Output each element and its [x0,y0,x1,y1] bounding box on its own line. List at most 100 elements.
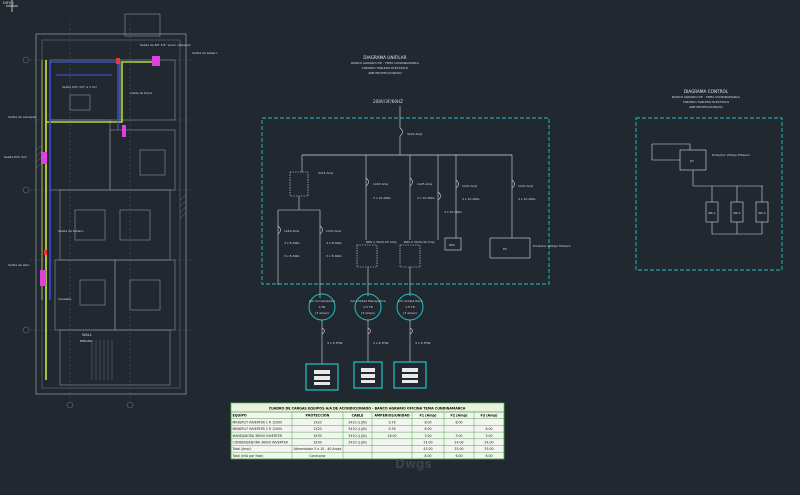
table-cell: Alimentador 3 x 10 - 40 Amps [294,447,342,451]
sld-branch-4: 1x20 Amp 3 x 10 AWG [455,155,480,238]
ctrl-title-1: DIAGRAMA CONTROL [684,89,729,94]
table-cell: 1X20 [313,427,321,431]
sld-relay-1: RRS-1 3X20-25 Amp [366,240,397,244]
table-header-cell: F3 (Amp) [480,414,498,418]
table-header-cell: EQUIPO [233,414,247,418]
sld-equipment-1 [305,363,339,391]
sld-main-breaker: 3x40 Amp [407,132,422,136]
table-header-cell: CABLE [352,414,365,418]
table-cell: 3.00 [424,434,431,438]
plan-note-1: Salida de BIT 3/4" acero cableado [140,43,191,47]
sld-branch-5: 1x20 Amp 3 x 10 AWG [511,155,536,238]
sld-pv: PV [503,247,508,251]
sld-branch-4-breaker: 1x20 Amp [462,184,477,188]
table-cell: 9.76 [388,420,395,424]
table-cell: 35.00 [454,447,463,451]
ctrl-title-3: TABLERO TABLERO ELECTRICO [682,100,730,104]
single-line-diagram: DIAGRAMA UNIFILAR BANCO AGRARIO DE - TEM… [261,55,571,391]
table-header-cell: F1 (Amp) [419,414,437,418]
table-cell: MINISPLIT INVERTER 1 R 12000 [233,420,283,424]
sld-unit-1-label: A/C Condensador [309,299,336,303]
table-cell: Total (kVA por fase) [232,454,264,458]
table-cell: 3X10 (L)(N) [348,427,366,431]
sld-unit-1-load: 3 TR [319,305,326,309]
sld-pv-note: Protector Voltaje Trifasico [533,244,571,248]
sld-equipment-2 [353,361,383,389]
sld-branch-1-cable: 3 x 10 AWG [373,196,391,200]
plan-note-9: Canaleta [58,297,72,301]
load-table: CUADRO DE CARGAS EQUIPOS A/A DE ACONDICI… [230,402,505,460]
sld-unit-2: A/C Unidad Manejadora 1.5 TR (3 Amps) [350,293,386,321]
plan-wall-label: WALL [82,333,92,337]
sld-unit-1: A/C Condensador 3 TR (3 Amps) [308,293,336,321]
sld-branch-4-cable: 3 x 10 AWG [462,197,480,201]
table-title: CUADRO DE CARGAS EQUIPOS A/A DE ACONDICI… [269,407,466,411]
table-cell: 3X10 (L)(N) [348,434,366,438]
sld-sub-left-2-cable2: 3 x 8 AWG [326,254,342,258]
sld-unit-1-circ: (3 Amps) [315,311,329,315]
sld-unit-3-load: 1.5 TR [405,305,415,309]
sld-unit-3-label: A/C Unidad Rack [398,299,423,303]
plan-note-7: Salida de tablero [58,229,84,233]
sld-branch-5-cable: 3 x 10 AWG [518,197,536,201]
plan-note-4: Cable de tierra [130,91,152,95]
sld-unit-2-load: 1.5 TR [363,305,373,309]
table-cell: Total (Amp) [232,447,251,451]
table-cell: 6.00 [485,454,492,458]
sld-branch-3: 3 x 10 AWG [437,155,462,240]
ctrl-box-2: RR-2 [733,211,740,215]
floor-plan: Salida de BIT 3/4" acero cableado Salida… [4,13,218,409]
table-cell: MINISPLIT INVERTER 2 R 12000 [233,427,283,431]
table-cell: 8.00 [485,427,492,431]
control-diagram: DIAGRAMA CONTROL BANCO AGRARIO DE - TEMA… [635,89,783,271]
plan-note-3: Salida PVC 3/4" a 3 circ [62,85,97,89]
sld-unit-2-cable: 3 x 6 THW [373,341,389,345]
plan-area-label: BIBIANO [80,339,93,343]
table-cell: 24.00 [484,441,493,445]
table-cell: 3X30 [313,434,321,438]
table-cell: 24.00 [454,441,463,445]
table-header-cell: PROTECCION [306,414,330,418]
sld-equipment-3 [393,361,427,389]
sld-sub-left-2-breaker: 1x30 Amp [326,229,341,233]
sld-unit-1-cable: 3 x 6 THW [327,341,343,345]
table-cell: 8.00 [424,420,431,424]
sld-relay-2: RRS-2 3X20-40 Amp [404,240,435,244]
sld-branch-2: 1x25 Amp 3 x 10 AWG [409,155,435,240]
sld-unit-3-cable: 3 x 6 THW [415,341,431,345]
ctrl-title-2: BANCO AGRARIO DE - TEMA CUNDINAMARCA [672,95,741,99]
sld-branch-2-breaker: 1x25 Amp [417,182,432,186]
table-cell: 3.00 [455,434,462,438]
sld-unit-2-label: A/C Unidad Manejadora [350,299,385,303]
sld-branch-5-breaker: 1x20 Amp [518,184,533,188]
sld-sub-left-1-cable2: 3 x 8 AWG [284,254,300,258]
table-cell: 35.00 [484,447,493,451]
table-cell: MANEJADORA 36000 INVERTER [233,434,283,438]
sld-sub-left-2-cable: 3 x 8 AWG [326,241,342,245]
sld-title-1: DIAGRAMA UNIFILAR [363,55,406,60]
sld-title-2: BANCO AGRARIO DE - TEMA CUNDINAMARCA [351,61,420,65]
table-cell: 24.00 [423,441,432,445]
sld-title-4: ANE PROTECCIONADO [368,71,402,75]
plan-note-5: Salida de canaleta [8,115,36,119]
table-cell: 8.00 [424,427,431,431]
sld-sub-left-1-breaker: 1x40 Amp [284,229,299,233]
plan-note-6: Salida PVC 3/4" [4,155,28,159]
table-cell: 3X10 (L)(N) [348,420,366,424]
sld-supply: 208V/3F/60HZ [373,99,403,104]
sld-meter-breaker: 3x15 Amp [318,171,333,175]
sld-unit-2-circ: (3 Amps) [361,311,375,315]
ctrl-title-4: ANE PROTECCIONADO [689,105,723,109]
table-cell: 8.00 [455,420,462,424]
sld-dpc: DPC [449,243,455,247]
sld-unit-3-circ: (3 Amps) [403,311,417,315]
table-header-cell: F2 (Amp) [450,414,468,418]
plan-note-8: Salida de alim. [8,263,30,267]
table-cell: 43.00 [423,447,432,451]
cad-viewport[interactable]: DIF(L) Salida de BIT 3/4" acero cableado… [0,0,800,495]
sld-unit-3: A/C Unidad Rack 1.5 TR (3 Amps) [396,293,424,321]
sld-branch-1-breaker: 1x20 Amp [373,182,388,186]
watermark: Dwgs [395,457,432,471]
sld-branch-2-cable: 3 x 10 AWG [417,196,435,200]
table-cell: 3.00 [485,434,492,438]
